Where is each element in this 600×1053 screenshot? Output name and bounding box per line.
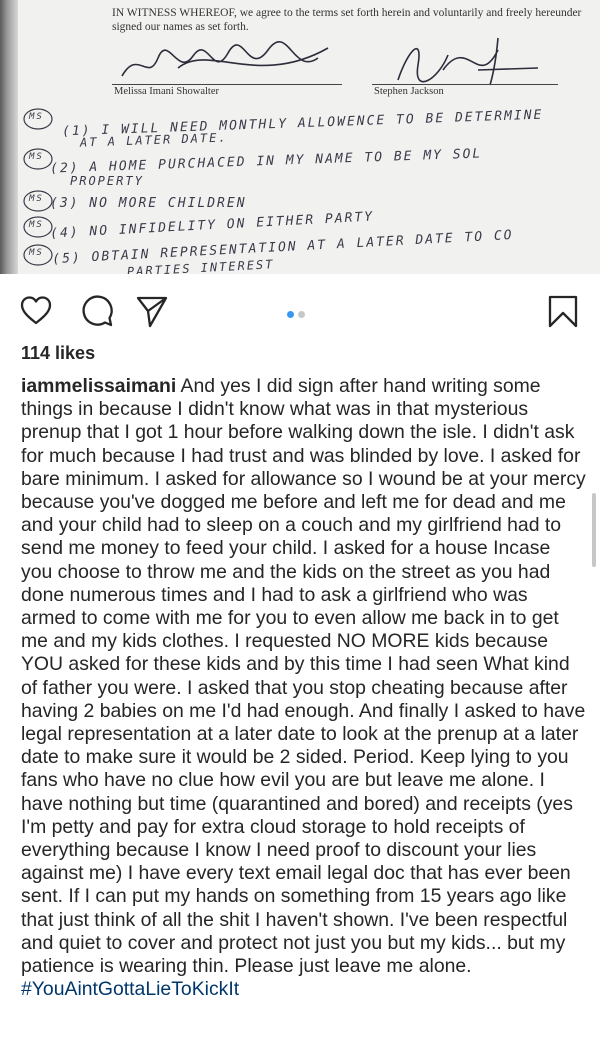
carousel-dot: [298, 311, 305, 318]
signature-right: [397, 37, 539, 86]
carousel-dot-active: [287, 311, 294, 318]
signature-line-left: [112, 84, 342, 85]
signature-line-right: [372, 84, 558, 85]
signature-left: [121, 41, 329, 77]
comment-icon[interactable]: [80, 294, 114, 328]
term-2: (2) A HOME PURCHACED IN MY NAME TO BE MY…: [49, 146, 483, 177]
term-4: (4) NO INFIDELITY ON EITHER PARTY: [49, 209, 375, 242]
signatory-left-name: Melissa Imani Showalter: [114, 86, 219, 97]
scrollbar[interactable]: [592, 493, 596, 567]
bookmark-icon[interactable]: [546, 294, 580, 328]
initial-2: MS: [29, 152, 44, 162]
term-2-continued: PROPERTY: [70, 174, 144, 188]
heart-icon[interactable]: [19, 294, 53, 328]
paper-plane-icon[interactable]: [135, 294, 169, 328]
like-count[interactable]: 114 likes: [21, 343, 95, 364]
initial-5: MS: [29, 248, 44, 258]
initial-4: MS: [29, 220, 44, 230]
post-image[interactable]: IN WITNESS WHEREOF, we agree to the term…: [0, 0, 600, 274]
caption-hashtag[interactable]: #YouAintGottaLieToKickIt: [21, 978, 239, 1000]
carousel-indicator: [287, 305, 309, 318]
initial-3: MS: [29, 194, 44, 204]
paper-edge: [0, 0, 18, 274]
post-caption: iammelissaimani And yes I did sign after…: [21, 375, 586, 1001]
caption-username[interactable]: iammelissaimani: [21, 375, 176, 397]
caption-text: And yes I did sign after hand writing so…: [21, 375, 586, 978]
signatory-right-name: Stephen Jackson: [374, 86, 444, 97]
term-3: (3) NO MORE CHILDREN: [50, 196, 247, 211]
initial-1: MS: [29, 112, 44, 122]
